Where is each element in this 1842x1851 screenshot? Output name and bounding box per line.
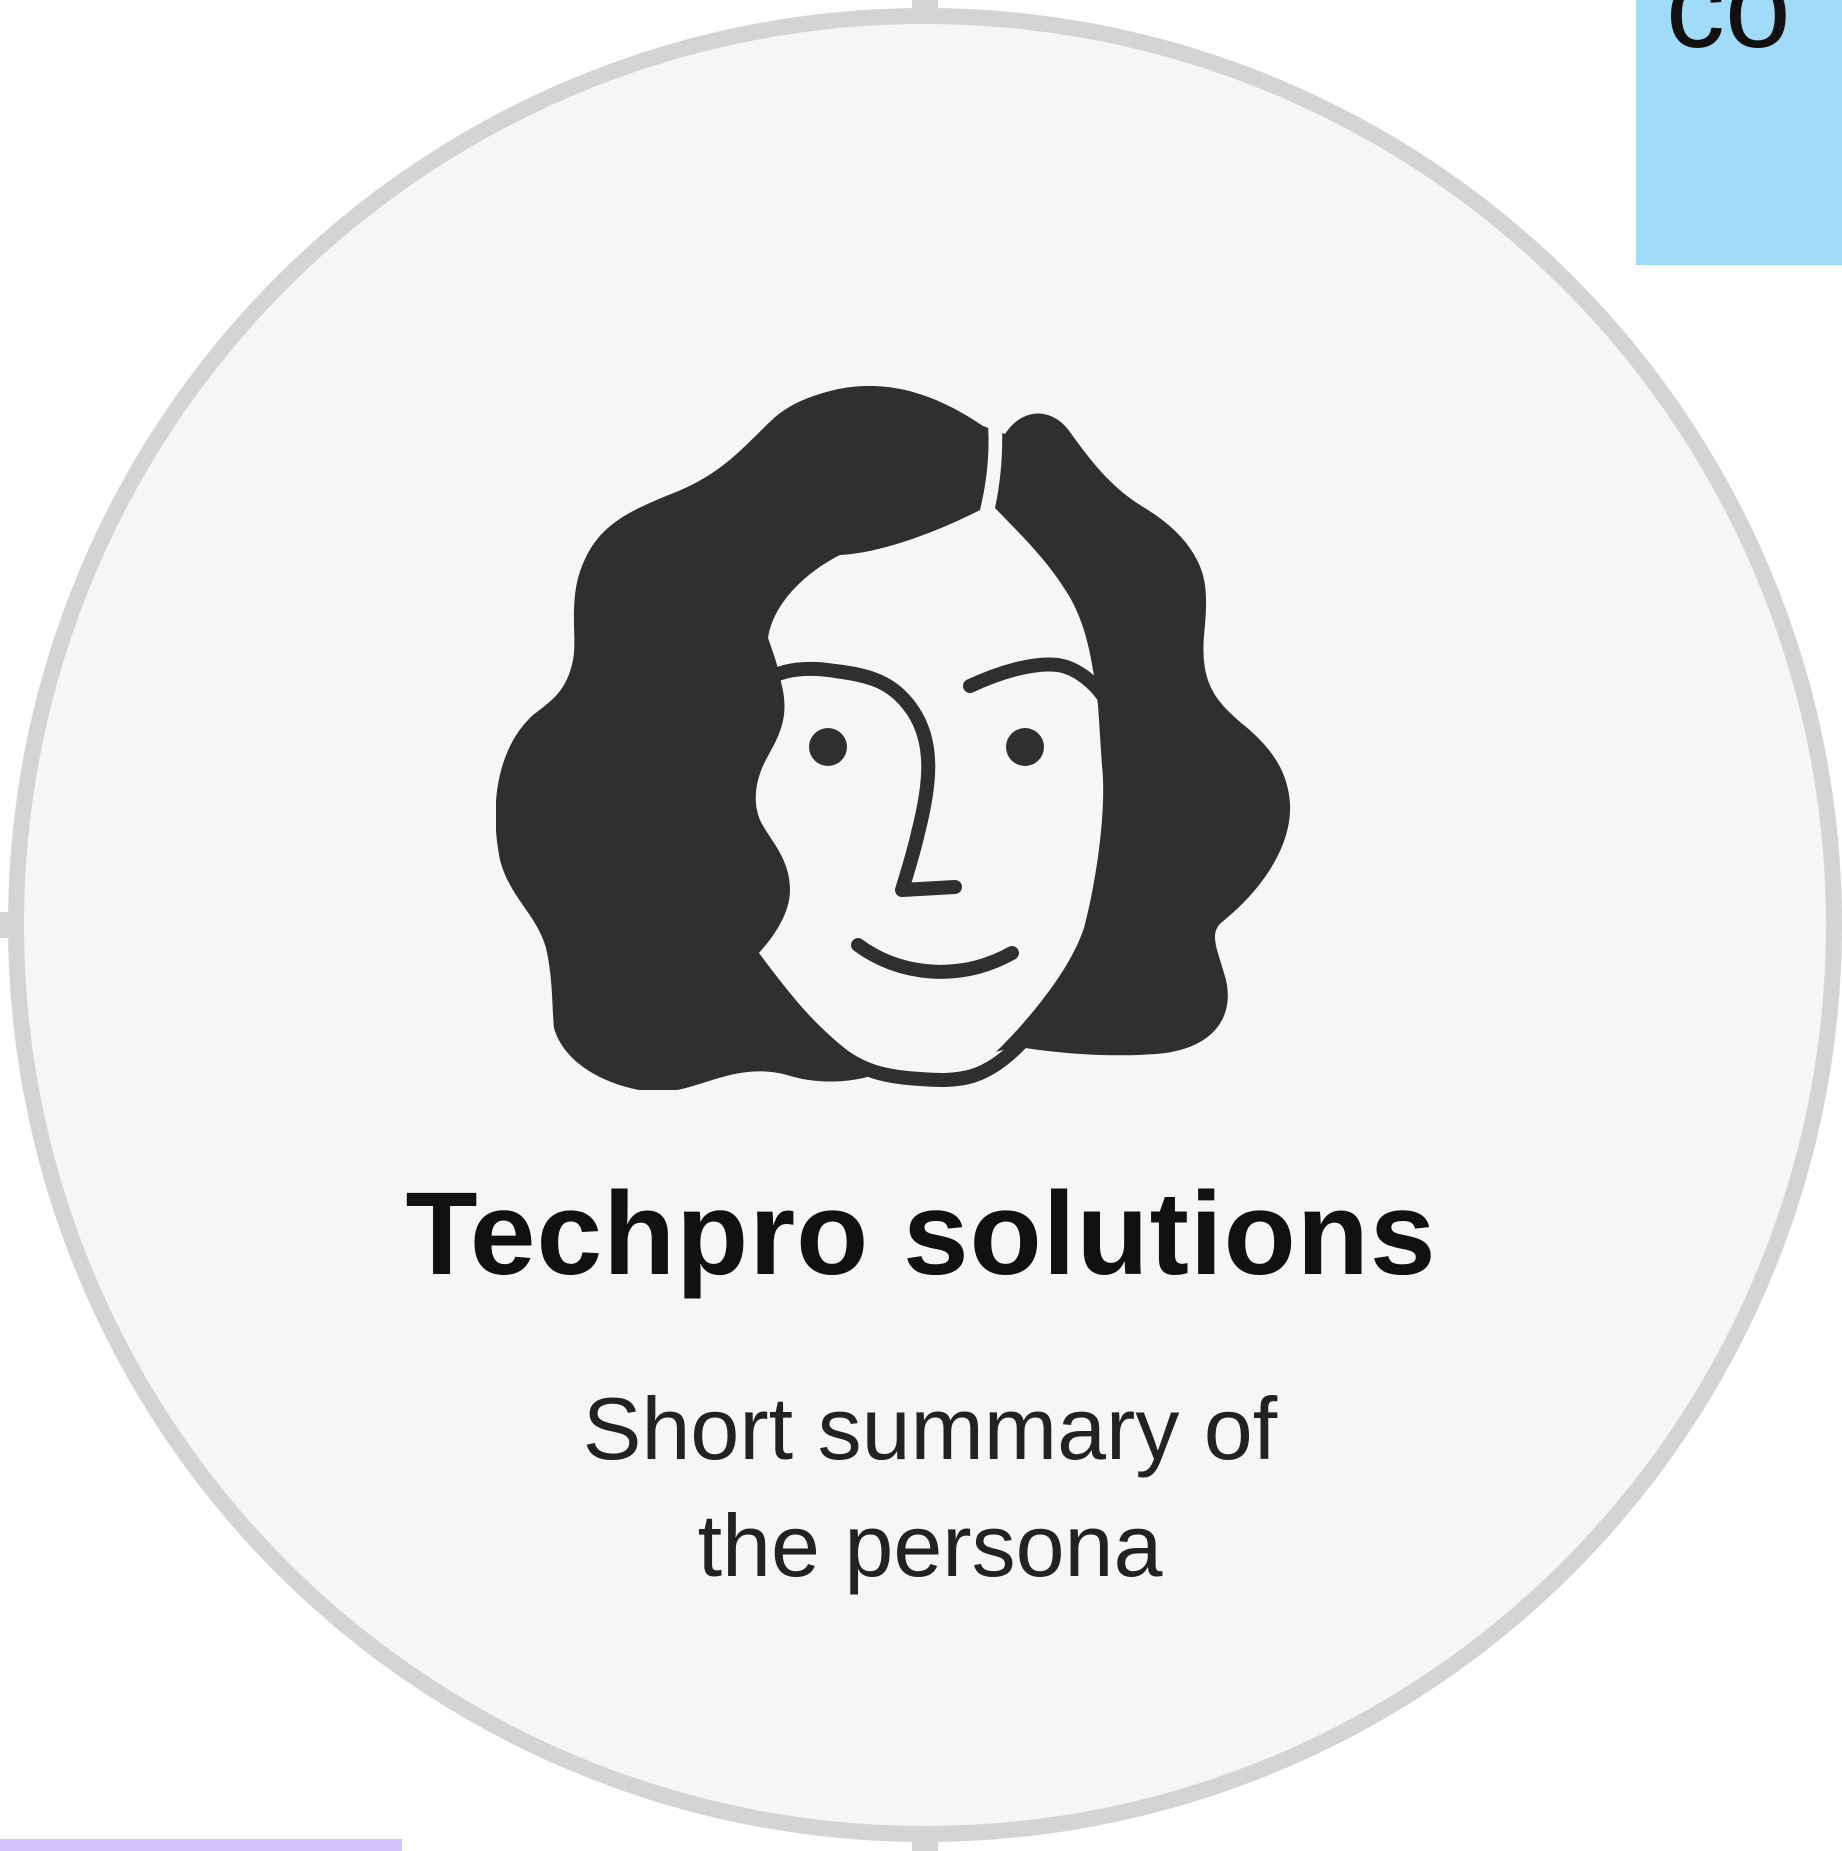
left-eye [809, 728, 847, 766]
sticky-note-blue[interactable]: co [1636, 0, 1842, 265]
persona-name[interactable]: Techpro solutions [0, 1169, 1842, 1300]
right-eye [1006, 728, 1044, 766]
connector-handle-left[interactable] [0, 912, 14, 938]
connector-handle-bottom[interactable] [912, 1837, 938, 1851]
connector-handle-top[interactable] [912, 0, 938, 14]
whiteboard-canvas: co Techpro solutions Short summary of th… [0, 0, 1842, 1851]
sticky-note-purple[interactable] [0, 1839, 402, 1851]
woman-face-icon [496, 386, 1291, 1090]
persona-summary[interactable]: Short summary of the persona [530, 1370, 1330, 1604]
sticky-note-text: co [1666, 0, 1791, 73]
